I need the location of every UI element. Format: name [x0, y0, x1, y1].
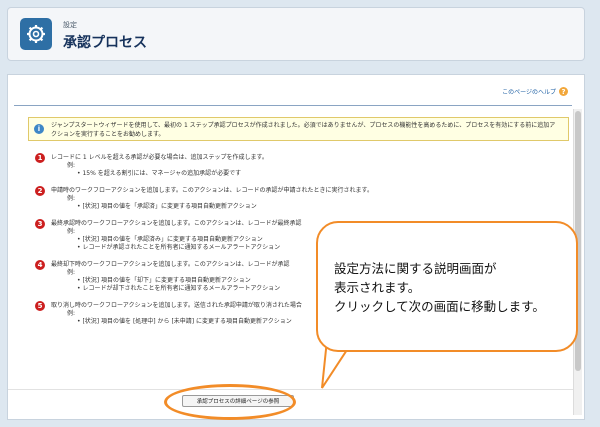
- help-link-label[interactable]: このページのヘルプ: [502, 87, 556, 96]
- callout-line: クリックして次の画面に移動します。: [334, 299, 545, 314]
- step-number-badge: 1: [35, 153, 45, 163]
- example-item: • [状況] 項目の値を「承認済」に変更する項目自動更新アクション: [77, 203, 257, 210]
- info-message-text: ジャンプスタートウィザードを使用して、最初の 1 ステップ承認プロセスが作成され…: [51, 122, 556, 138]
- callout-text: 設定方法に関する説明画面が 表示されます。 クリックして次の画面に移動します。: [334, 259, 566, 316]
- step-number-badge: 4: [35, 260, 45, 270]
- step-description: 申請時のワークフローアクションを追加します。このアクションは、レコードの承認が申…: [51, 187, 373, 194]
- step-number-badge: 3: [35, 219, 45, 229]
- page-eyebrow: 設定: [63, 21, 77, 29]
- help-link[interactable]: このページのヘルプ ?: [502, 87, 568, 96]
- help-icon[interactable]: ?: [559, 87, 568, 96]
- callout-line: 設定方法に関する説明画面が: [334, 261, 497, 276]
- button-highlight-oval: [164, 384, 296, 420]
- gear-icon: [20, 18, 52, 50]
- info-message: i ジャンプスタートウィザードを使用して、最初の 1 ステップ承認プロセスが作成…: [28, 117, 569, 141]
- example-item: • 15% を超える割引には、マネージャの追加承認が必要です: [77, 170, 242, 177]
- callout-line: 表示されます。: [334, 280, 421, 295]
- step-number-badge: 5: [35, 301, 45, 311]
- step-item: 1 レコードに 1 レベルを超える承認が必要な場合は、追加ステップを作成します。…: [35, 153, 555, 178]
- header-divider: [14, 105, 572, 106]
- explanation-callout: 設定方法に関する説明画面が 表示されます。 クリックして次の画面に移動します。: [316, 221, 578, 352]
- example-label: 例:: [67, 195, 76, 202]
- info-icon: i: [34, 124, 44, 134]
- step-item: 2 申請時のワークフローアクションを追加します。このアクションは、レコードの承認…: [35, 186, 555, 211]
- page-header: 設定 承認プロセス: [7, 7, 585, 61]
- step-number-badge: 2: [35, 186, 45, 196]
- page-title: 承認プロセス: [63, 35, 147, 51]
- step-description: レコードに 1 レベルを超える承認が必要な場合は、追加ステップを作成します。: [51, 154, 268, 161]
- example-label: 例:: [67, 162, 76, 169]
